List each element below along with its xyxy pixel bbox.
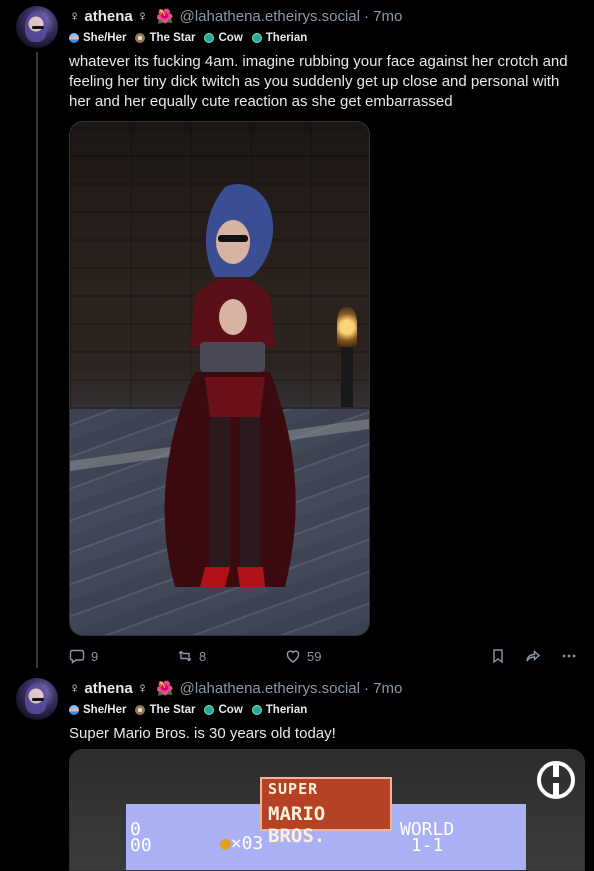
post-time[interactable]: · 7mo <box>364 680 402 697</box>
flower-emoji: 🌺 <box>156 7 174 24</box>
badge-therian[interactable]: Therian <box>251 704 308 716</box>
badge-cow[interactable]: Cow <box>204 704 243 716</box>
badge-label: The Star <box>149 32 196 44</box>
pride-flag-icon <box>69 705 79 715</box>
lamp-post <box>341 347 353 407</box>
hud-coins: ●×03 <box>220 833 264 854</box>
badge-therian[interactable]: Therian <box>251 32 308 44</box>
repost-count: 8 <box>199 648 207 664</box>
tarot-icon <box>135 705 146 715</box>
post-time[interactable]: · 7mo <box>364 8 402 25</box>
post-header: ♀ athena ♀ 🌺 @lahathena.etheirys.social … <box>69 5 584 27</box>
reply-icon <box>69 649 85 664</box>
share-icon <box>526 649 541 662</box>
badge-label: The Star <box>149 704 196 716</box>
badge-label: Cow <box>218 704 243 716</box>
badge-label: She/Her <box>83 704 127 716</box>
badge-label: Therian <box>265 704 308 716</box>
title-line-2: MARIO BROS. <box>268 803 326 847</box>
share-button[interactable] <box>525 648 541 664</box>
lantern-icon <box>337 307 357 347</box>
like-button[interactable]: 59 <box>285 648 321 664</box>
avatar[interactable] <box>16 678 58 720</box>
user-handle[interactable]: @lahathena.etheirys.social <box>180 8 360 25</box>
repost-icon <box>178 650 192 662</box>
badge-pronouns[interactable]: She/Her <box>69 32 126 44</box>
coin-icon: ● <box>220 833 231 854</box>
cow-icon <box>204 705 215 715</box>
badge-star[interactable]: The Star <box>135 32 195 44</box>
ellipsis-icon <box>562 654 576 658</box>
post-text: Super Mario Bros. is 30 years old today! <box>69 725 336 742</box>
hud-score-bottom: 00 <box>130 835 152 856</box>
character-figure <box>164 184 296 587</box>
post-image[interactable] <box>69 121 370 636</box>
badge-row: She/Her The Star Cow Therian <box>69 701 584 719</box>
like-count: 59 <box>307 648 322 664</box>
cow-icon <box>204 33 215 43</box>
bookmark-icon <box>493 649 503 664</box>
pride-flag-icon <box>69 33 79 43</box>
display-name[interactable]: ♀ athena ♀ <box>69 8 148 25</box>
more-options-button[interactable] <box>561 648 577 664</box>
badge-label: She/Her <box>83 32 127 44</box>
post-actions: 9 8 59 <box>69 648 584 664</box>
hud-world: WORLD 1-1 <box>400 821 454 856</box>
hud-score: 0 00 <box>130 821 152 856</box>
title-line-1: SUPER <box>268 780 319 798</box>
avatar[interactable] <box>16 6 58 48</box>
badge-label: Therian <box>265 32 308 44</box>
badge-label: Cow <box>218 32 243 44</box>
game-title-logo: SUPER MARIO BROS. <box>260 777 392 847</box>
repost-button[interactable]: 8 <box>177 648 206 664</box>
coin-count: ×03 <box>230 833 264 854</box>
channel-logo-icon <box>537 761 575 799</box>
badge-pronouns[interactable]: She/Her <box>69 704 126 716</box>
badge-cow[interactable]: Cow <box>204 32 243 44</box>
heart-icon <box>286 650 300 663</box>
flower-emoji: 🌺 <box>156 679 174 696</box>
post-text: whatever its fucking 4am. imagine rubbin… <box>69 53 568 110</box>
therian-icon <box>251 705 262 715</box>
tarot-icon <box>135 33 146 43</box>
world-level: 1-1 <box>410 835 444 856</box>
reply-count: 9 <box>91 648 99 664</box>
post-video[interactable]: SUPER MARIO BROS. 0 00 ●×03 WORLD 1-1 <box>69 749 585 871</box>
thread-line <box>36 52 38 668</box>
display-name[interactable]: ♀ athena ♀ <box>69 680 148 697</box>
reply-button[interactable]: 9 <box>69 648 98 664</box>
user-handle[interactable]: @lahathena.etheirys.social <box>180 680 360 697</box>
post-header: ♀ athena ♀ 🌺 @lahathena.etheirys.social … <box>69 677 584 699</box>
bookmark-button[interactable] <box>490 648 506 664</box>
badge-star[interactable]: The Star <box>135 704 195 716</box>
badge-row: She/Her The Star Cow Therian <box>69 29 584 47</box>
therian-icon <box>251 33 262 43</box>
